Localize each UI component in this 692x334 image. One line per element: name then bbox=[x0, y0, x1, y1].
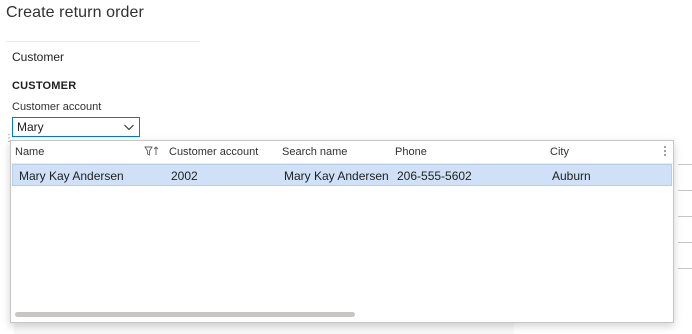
background-grid-fragment bbox=[672, 160, 692, 280]
customer-account-combobox[interactable] bbox=[12, 117, 140, 137]
cell-name: Mary Kay Andersen bbox=[19, 169, 124, 183]
cell-phone: 206-555-5602 bbox=[397, 169, 472, 183]
cell-customer-account: 2002 bbox=[171, 169, 198, 183]
background-grid-footer bbox=[14, 322, 514, 334]
cell-city: Auburn bbox=[552, 169, 591, 183]
more-vertical-icon[interactable] bbox=[663, 145, 667, 157]
customer-lookup-dropdown: Name Customer account Search name Phone … bbox=[10, 140, 674, 323]
column-header-customer-account[interactable]: Customer account bbox=[169, 146, 258, 158]
filter-sort-icon[interactable] bbox=[144, 145, 160, 157]
column-header-phone[interactable]: Phone bbox=[395, 146, 427, 158]
column-header-city[interactable]: City bbox=[550, 146, 569, 158]
group-title: CUSTOMER bbox=[12, 80, 77, 92]
customer-account-label: Customer account bbox=[12, 101, 102, 113]
lookup-row-selected[interactable]: Mary Kay Andersen 2002 Mary Kay Andersen… bbox=[12, 164, 672, 186]
chevron-down-icon[interactable] bbox=[123, 121, 135, 133]
section-divider bbox=[6, 41, 200, 42]
create-return-order-dialog: Create return order Customer CUSTOMER Cu… bbox=[0, 0, 692, 334]
lookup-header-row: Name Customer account Search name Phone … bbox=[11, 141, 673, 164]
customer-account-input[interactable] bbox=[17, 120, 117, 134]
section-header-customer[interactable]: Customer bbox=[12, 50, 64, 64]
column-header-search-name[interactable]: Search name bbox=[282, 146, 347, 158]
column-header-name[interactable]: Name bbox=[15, 146, 44, 158]
cell-search-name: Mary Kay Andersen bbox=[284, 169, 389, 183]
horizontal-scrollbar[interactable] bbox=[15, 312, 355, 317]
page-title: Create return order bbox=[6, 4, 144, 21]
